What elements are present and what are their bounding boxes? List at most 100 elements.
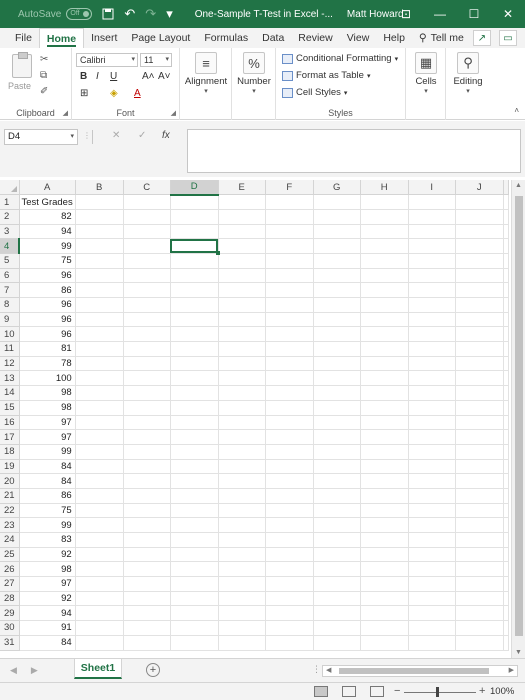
cell-i12[interactable] — [408, 356, 456, 372]
horizontal-scroll-thumb[interactable] — [339, 668, 489, 674]
cell-e19[interactable] — [218, 459, 266, 475]
paste-icon[interactable] — [12, 52, 32, 78]
cell-c30[interactable] — [123, 620, 171, 636]
cell-j9[interactable] — [455, 312, 504, 328]
cell-g17[interactable] — [313, 429, 361, 445]
cell-f15[interactable] — [265, 400, 314, 416]
tab-view[interactable]: View — [340, 28, 377, 48]
cell-d4[interactable] — [170, 238, 220, 255]
underline-icon[interactable]: U — [110, 71, 117, 82]
cell-a19[interactable]: 84 — [19, 459, 76, 475]
cell-d6[interactable] — [170, 268, 219, 284]
cell-e15[interactable] — [218, 400, 266, 416]
cell-d18[interactable] — [170, 444, 219, 460]
cell-f25[interactable] — [265, 547, 314, 563]
normal-view-icon[interactable] — [314, 686, 328, 697]
format-painter-icon[interactable]: ✐ — [40, 86, 48, 97]
tab-insert[interactable]: Insert — [84, 28, 124, 48]
cell-j6[interactable] — [455, 268, 504, 284]
cell-e27[interactable] — [218, 576, 266, 592]
cell-overflow[interactable] — [503, 370, 509, 387]
cell-d5[interactable] — [170, 253, 219, 269]
cell-g31[interactable] — [313, 635, 361, 651]
cell-b24[interactable] — [75, 532, 124, 548]
cell-f12[interactable] — [265, 356, 314, 372]
cell-i27[interactable] — [408, 576, 456, 592]
cell-e21[interactable] — [218, 488, 266, 504]
cell-e17[interactable] — [218, 429, 266, 445]
cell-g19[interactable] — [313, 459, 361, 475]
cell-h12[interactable] — [360, 356, 409, 372]
cell-d25[interactable] — [170, 547, 219, 563]
cell-overflow[interactable] — [503, 224, 509, 240]
cell-i15[interactable] — [408, 400, 456, 416]
cell-a25[interactable]: 92 — [19, 547, 76, 563]
row-header[interactable]: 17 — [0, 429, 20, 445]
cell-i13[interactable] — [408, 370, 456, 387]
minimize-icon[interactable]: — — [423, 0, 457, 28]
cell-i20[interactable] — [408, 473, 456, 489]
cell-b20[interactable] — [75, 473, 124, 489]
column-header-i[interactable]: I — [408, 180, 456, 196]
cell-c29[interactable] — [123, 605, 171, 622]
cells-button[interactable]: ▦ Cells ▾ — [408, 52, 444, 95]
cell-d31[interactable] — [170, 635, 219, 651]
cell-h29[interactable] — [360, 605, 409, 622]
cell-i24[interactable] — [408, 532, 456, 548]
cell-g24[interactable] — [313, 532, 361, 548]
cell-e22[interactable] — [218, 503, 266, 519]
prev-sheet-icon[interactable]: ◀ — [10, 665, 17, 676]
cell-i5[interactable] — [408, 253, 456, 269]
cell-j13[interactable] — [455, 370, 504, 387]
cell-b18[interactable] — [75, 444, 124, 460]
cell-i29[interactable] — [408, 605, 456, 622]
row-header[interactable]: 20 — [0, 473, 20, 489]
cell-c16[interactable] — [123, 415, 171, 431]
cell-b16[interactable] — [75, 415, 124, 431]
increase-font-icon[interactable]: A˄ — [142, 71, 155, 82]
zoom-level[interactable]: 100% — [490, 686, 514, 697]
cell-e5[interactable] — [218, 253, 266, 269]
cell-j16[interactable] — [455, 415, 504, 431]
page-layout-view-icon[interactable] — [342, 686, 356, 697]
cell-j20[interactable] — [455, 473, 504, 489]
cell-c20[interactable] — [123, 473, 171, 489]
cell-j31[interactable] — [455, 635, 504, 651]
cell-h9[interactable] — [360, 312, 409, 328]
cell-c26[interactable] — [123, 561, 171, 578]
cell-a16[interactable]: 97 — [19, 415, 76, 431]
cell-overflow[interactable] — [503, 576, 509, 592]
cell-j8[interactable] — [455, 297, 504, 313]
cell-b28[interactable] — [75, 591, 124, 607]
cell-f24[interactable] — [265, 532, 314, 548]
cell-b9[interactable] — [75, 312, 124, 328]
cell-f1[interactable] — [265, 194, 314, 210]
cell-e2[interactable] — [218, 209, 266, 225]
cell-h23[interactable] — [360, 517, 409, 533]
cell-f22[interactable] — [265, 503, 314, 519]
cell-a13[interactable]: 100 — [19, 370, 76, 387]
cell-c23[interactable] — [123, 517, 171, 533]
cell-h15[interactable] — [360, 400, 409, 416]
cell-d13[interactable] — [170, 370, 219, 387]
cell-h3[interactable] — [360, 224, 409, 240]
cell-g30[interactable] — [313, 620, 361, 636]
cell-f13[interactable] — [265, 370, 314, 387]
row-header[interactable]: 2 — [0, 209, 20, 225]
cell-e25[interactable] — [218, 547, 266, 563]
cell-c25[interactable] — [123, 547, 171, 563]
cell-i10[interactable] — [408, 326, 456, 343]
cell-g21[interactable] — [313, 488, 361, 504]
cell-j10[interactable] — [455, 326, 504, 343]
row-header[interactable]: 6 — [0, 268, 20, 284]
cell-overflow[interactable] — [503, 591, 509, 607]
cell-d19[interactable] — [170, 459, 219, 475]
cell-h11[interactable] — [360, 341, 409, 357]
font-size-select[interactable]: 11 ▾ — [140, 53, 172, 67]
cell-j1[interactable] — [455, 194, 504, 210]
cell-overflow[interactable] — [503, 561, 509, 578]
customize-toolbar-icon[interactable]: ▾ — [166, 6, 173, 22]
cell-h18[interactable] — [360, 444, 409, 460]
cell-c10[interactable] — [123, 326, 171, 343]
column-header-c[interactable]: C — [123, 180, 171, 196]
